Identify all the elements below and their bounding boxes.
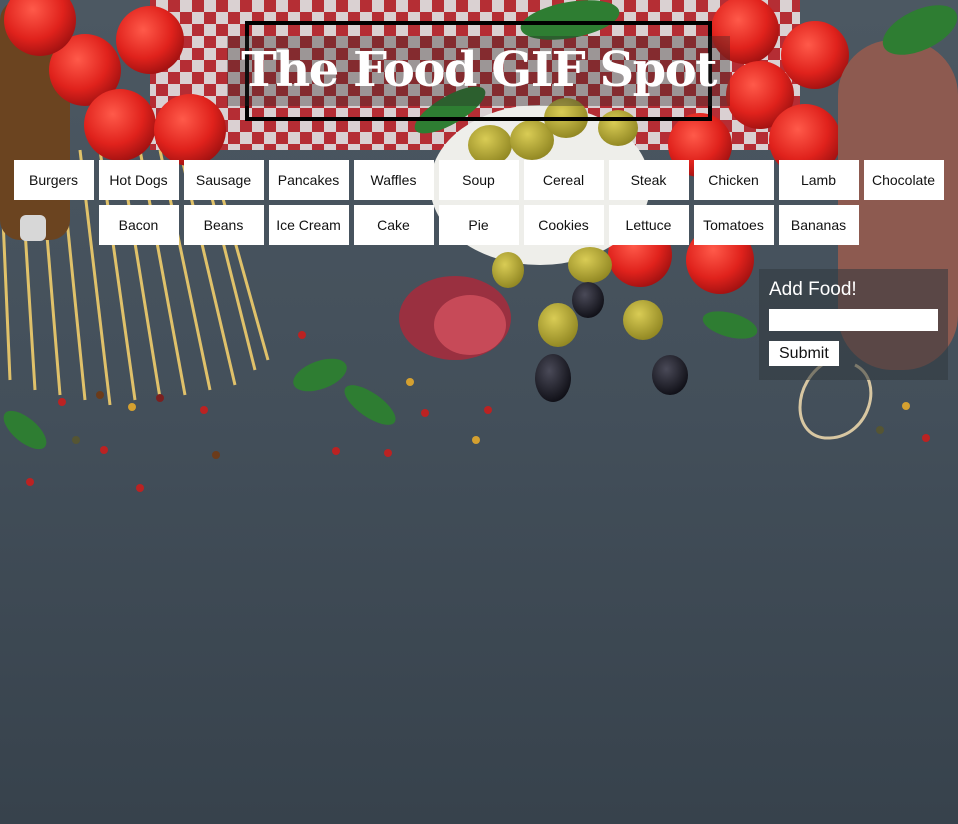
category-button-hot-dogs[interactable]: Hot Dogs (98, 160, 179, 200)
category-button-steak[interactable]: Steak (608, 160, 689, 200)
food-input[interactable] (769, 309, 938, 331)
category-button-cake[interactable]: Cake (353, 205, 434, 245)
category-button-beans[interactable]: Beans (183, 205, 264, 245)
site-title: The Food GIF Spot (241, 42, 717, 98)
category-button-tomatoes[interactable]: Tomatoes (693, 205, 774, 245)
category-row-2: Bacon Beans Ice Cream Cake Pie Cookies Lettuce… (11, 205, 946, 245)
background-image (0, 0, 958, 824)
category-button-burgers[interactable]: Burgers (13, 160, 94, 200)
category-button-ice-cream[interactable]: Ice Cream (268, 205, 349, 245)
add-food-panel: Add Food! Submit (759, 269, 948, 380)
add-food-heading: Add Food! (769, 279, 857, 300)
category-button-bananas[interactable]: Bananas (778, 205, 859, 245)
category-button-pie[interactable]: Pie (438, 205, 519, 245)
category-button-chocolate[interactable]: Chocolate (863, 160, 944, 200)
category-button-waffles[interactable]: Waffles (353, 160, 434, 200)
category-button-cookies[interactable]: Cookies (523, 205, 604, 245)
category-row-1: Burgers Hot Dogs Sausage Pancakes Waffles Sou… (11, 160, 946, 200)
category-button-soup[interactable]: Soup (438, 160, 519, 200)
category-button-chicken[interactable]: Chicken (693, 160, 774, 200)
category-button-lettuce[interactable]: Lettuce (608, 205, 689, 245)
category-button-lamb[interactable]: Lamb (778, 160, 859, 200)
category-buttons: Burgers Hot Dogs Sausage Pancakes Waffles Sou… (11, 160, 946, 250)
category-button-sausage[interactable]: Sausage (183, 160, 264, 200)
submit-button[interactable]: Submit (769, 341, 839, 366)
category-button-bacon[interactable]: Bacon (98, 205, 179, 245)
site-title-box: The Food GIF Spot (227, 21, 730, 121)
category-button-cereal[interactable]: Cereal (523, 160, 604, 200)
category-button-pancakes[interactable]: Pancakes (268, 160, 349, 200)
site-title-backdrop: The Food GIF Spot (227, 36, 730, 106)
